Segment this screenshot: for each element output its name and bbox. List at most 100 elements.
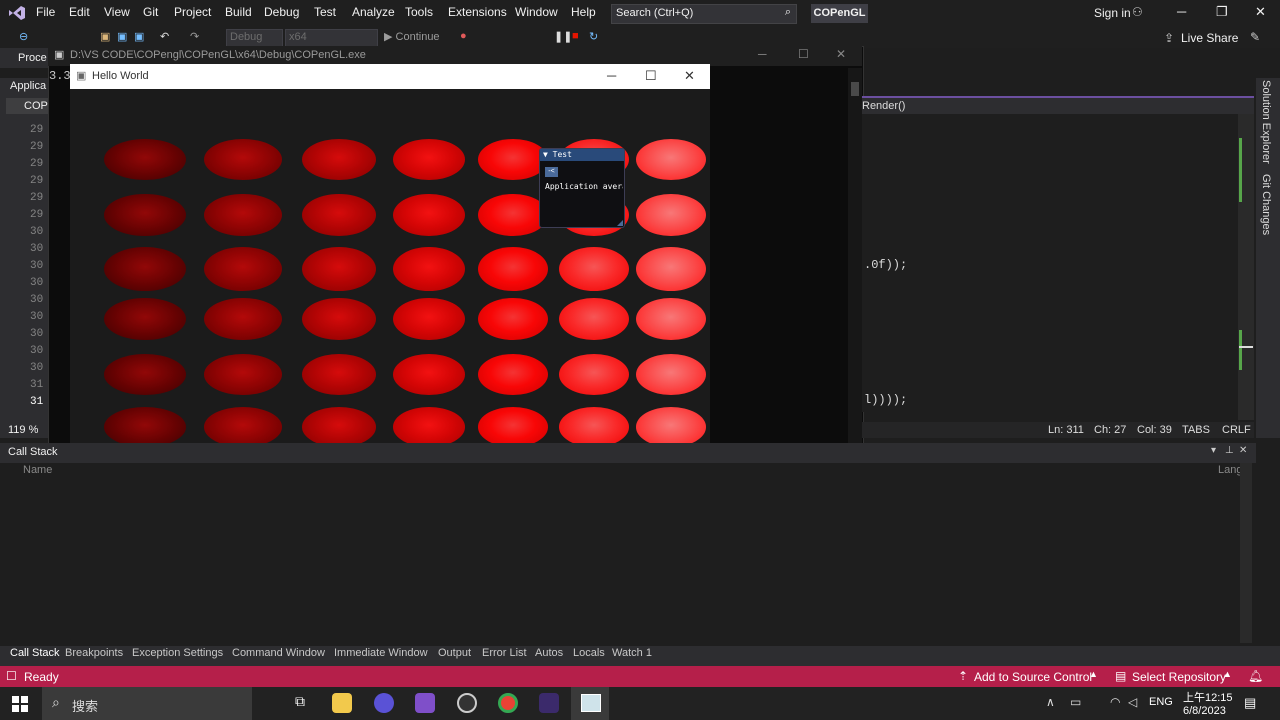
console-title-bar[interactable]: ▣ D:\VS CODE\COPengl\COPenGL\x64\Debug\C… xyxy=(48,46,862,66)
tab-watch-1[interactable]: Watch 1 xyxy=(612,647,652,659)
line-ending-indicator[interactable]: CRLF xyxy=(1222,424,1251,436)
pin-icon[interactable]: ⊥ xyxy=(1225,445,1234,456)
taskbar-search[interactable]: ⌕ 搜索 xyxy=(42,687,252,720)
editor-scrollbar[interactable] xyxy=(1238,114,1254,420)
console-maximize-icon[interactable]: ☐ xyxy=(798,47,809,61)
file-explorer-icon[interactable] xyxy=(332,693,352,713)
source-control-caret-icon[interactable]: ▲ xyxy=(1089,669,1098,679)
taskbar-time[interactable]: 上午12:15 xyxy=(1183,689,1233,705)
hello-world-title-bar[interactable]: ▣ Hello World ─ ☐ ✕ xyxy=(70,64,710,89)
active-app-highlight[interactable] xyxy=(571,687,609,720)
live-share-button[interactable]: Live Share xyxy=(1181,31,1238,45)
tab-locals[interactable]: Locals xyxy=(573,647,605,659)
menu-project[interactable]: Project xyxy=(174,5,211,19)
menu-view[interactable]: View xyxy=(104,5,130,19)
file-tab[interactable]: COPe xyxy=(6,98,54,114)
platform-combo[interactable]: x64 xyxy=(285,29,378,47)
collapse-arrow-icon[interactable]: ▼ xyxy=(543,150,548,159)
open-folder-icon[interactable]: ▣ xyxy=(100,30,110,43)
console-minimize-icon[interactable]: ─ xyxy=(758,47,767,61)
console-close-icon[interactable]: ✕ xyxy=(836,47,846,61)
tray-chevron-icon[interactable]: ∧ xyxy=(1046,695,1055,709)
save-all-icon[interactable]: ▣ xyxy=(134,30,144,43)
hw-maximize-icon[interactable]: ☐ xyxy=(645,68,657,84)
tab-error-list[interactable]: Error List xyxy=(482,647,527,659)
panel-dropdown-icon[interactable]: ▾ xyxy=(1211,445,1216,456)
save-icon[interactable]: ▣ xyxy=(117,30,127,43)
pause-icon[interactable]: ❚❚ xyxy=(554,30,572,43)
menu-edit[interactable]: Edit xyxy=(69,5,90,19)
repository-caret-icon[interactable]: ▲ xyxy=(1223,669,1232,679)
add-to-source-control[interactable]: Add to Source Control xyxy=(974,670,1092,684)
select-repository[interactable]: Select Repository xyxy=(1132,670,1226,684)
maximize-icon[interactable]: ❐ xyxy=(1216,4,1228,20)
console-scroll-thumb[interactable] xyxy=(851,82,859,96)
column-name-header[interactable]: Name xyxy=(23,464,52,476)
action-center-icon[interactable]: ▤ xyxy=(1244,695,1256,711)
vscode-like-icon[interactable] xyxy=(374,693,394,713)
code-editor[interactable]: .0f)); l)))); xyxy=(862,114,1238,412)
menu-extensions[interactable]: Extensions xyxy=(448,5,507,19)
live-share-icon[interactable]: ⇪ xyxy=(1164,31,1174,45)
menu-help[interactable]: Help xyxy=(571,5,596,19)
visual-studio-icon[interactable] xyxy=(415,693,435,713)
back-icon[interactable]: ⊖ xyxy=(19,30,28,43)
char-indicator[interactable]: Ch: 27 xyxy=(1094,424,1126,436)
opengl-scene[interactable] xyxy=(70,89,710,450)
tab-output[interactable]: Output xyxy=(438,647,471,659)
menu-git[interactable]: Git xyxy=(143,5,158,19)
hot-reload-icon[interactable]: ● xyxy=(460,30,467,42)
line-indicator[interactable]: Ln: 311 xyxy=(1048,424,1084,436)
call-stack-scrollbar[interactable] xyxy=(1240,463,1252,643)
battery-icon[interactable]: ▭ xyxy=(1070,695,1081,709)
config-combo[interactable]: Debug xyxy=(226,29,283,47)
continue-button[interactable]: ▶ Continue xyxy=(384,30,440,43)
tabs-indicator[interactable]: TABS xyxy=(1182,424,1210,436)
call-stack-list[interactable]: Name Lang xyxy=(6,463,1252,643)
minimize-icon[interactable]: ─ xyxy=(1177,4,1186,19)
menu-debug[interactable]: Debug xyxy=(264,5,299,19)
feedback-icon[interactable]: ✎ xyxy=(1250,30,1260,44)
tab-autos[interactable]: Autos xyxy=(535,647,563,659)
column-lang-header[interactable]: Lang xyxy=(1218,464,1242,476)
restart-icon[interactable]: ↻ xyxy=(589,30,598,43)
tab-exception-settings[interactable]: Exception Settings xyxy=(132,647,223,659)
clock-app-icon[interactable] xyxy=(457,693,477,713)
tab-call-stack[interactable]: Call Stack xyxy=(10,647,60,659)
git-changes-tab[interactable]: Git Changes xyxy=(1260,174,1272,235)
redo-icon[interactable]: ↷ xyxy=(190,30,199,43)
debug-console-icon[interactable] xyxy=(539,693,559,713)
undo-icon[interactable]: ↶ xyxy=(160,30,169,43)
repository-icon[interactable]: ▤ xyxy=(1115,669,1126,683)
visual-studio-logo-icon[interactable] xyxy=(8,5,26,21)
code-nav-bar[interactable]: Render() xyxy=(862,96,1254,116)
input-language[interactable]: ENG xyxy=(1149,696,1173,708)
menu-analyze[interactable]: Analyze xyxy=(352,5,395,19)
panel-close-icon[interactable]: ✕ xyxy=(1239,445,1247,456)
imgui-title-bar[interactable]: ▼ Test xyxy=(540,149,624,161)
solution-explorer-tab[interactable]: Solution Explorer xyxy=(1260,80,1272,164)
hw-minimize-icon[interactable]: ─ xyxy=(607,68,616,83)
tab-immediate-window[interactable]: Immediate Window xyxy=(334,647,428,659)
windows-start-icon[interactable] xyxy=(12,696,28,712)
notification-bell-icon[interactable]: 🔔︎ xyxy=(1248,669,1263,683)
wifi-icon[interactable]: ◠ xyxy=(1110,695,1120,709)
search-box[interactable]: Search (Ctrl+Q) ⌕ xyxy=(611,4,797,24)
imgui-color-button[interactable]: -< xyxy=(545,167,558,177)
taskbar-date[interactable]: 6/8/2023 xyxy=(1183,705,1226,717)
menu-build[interactable]: Build xyxy=(225,5,252,19)
col-indicator[interactable]: Col: 39 xyxy=(1137,424,1172,436)
menu-test[interactable]: Test xyxy=(314,5,336,19)
resize-grip-icon[interactable] xyxy=(617,220,623,226)
chrome-icon[interactable] xyxy=(498,693,518,713)
source-control-icon[interactable]: ⇡ xyxy=(958,669,968,683)
menu-file[interactable]: File xyxy=(36,5,55,19)
console-scrollbar[interactable] xyxy=(848,68,862,463)
menu-tools[interactable]: Tools xyxy=(405,5,433,19)
zoom-level[interactable]: 119 % xyxy=(8,424,38,436)
notification-icon[interactable]: ☐ xyxy=(6,669,17,683)
imgui-test-window[interactable]: ▼ Test -< Application avera xyxy=(539,148,625,228)
solution-name[interactable]: COPenGL xyxy=(811,4,868,23)
task-view-icon[interactable]: ⧉ xyxy=(290,693,310,713)
function-dropdown[interactable]: Render() xyxy=(862,100,905,112)
